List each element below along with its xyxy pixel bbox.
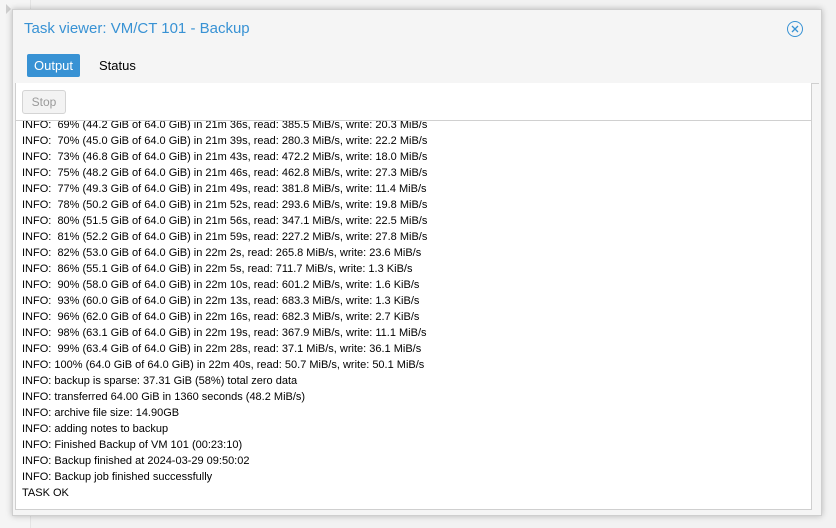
- log-line: INFO: Finished Backup of VM 101 (00:23:1…: [22, 439, 243, 451]
- log-line: TASK OK: [22, 487, 69, 499]
- tab-status[interactable]: Status: [92, 54, 143, 77]
- log-line: INFO: 80% (51.5 GiB of 64.0 GiB) in 21m …: [22, 215, 428, 227]
- log-line: INFO: 96% (62.0 GiB of 64.0 GiB) in 22m …: [22, 311, 420, 323]
- log-line: INFO: 73% (46.8 GiB of 64.0 GiB) in 21m …: [22, 151, 428, 163]
- log-line: INFO: 100% (64.0 GiB of 64.0 GiB) in 22m…: [22, 359, 425, 371]
- log-line: INFO: 75% (48.2 GiB of 64.0 GiB) in 21m …: [22, 167, 428, 179]
- log-line: INFO: 77% (49.3 GiB of 64.0 GiB) in 21m …: [22, 183, 427, 195]
- log-line: INFO: 86% (55.1 GiB of 64.0 GiB) in 22m …: [22, 263, 413, 275]
- log-output[interactable]: INFO: 69% (44.2 GiB of 64.0 GiB) in 21m …: [16, 121, 811, 507]
- log-line: INFO: 90% (58.0 GiB of 64.0 GiB) in 22m …: [22, 279, 420, 291]
- log-line: INFO: 99% (63.4 GiB of 64.0 GiB) in 22m …: [22, 343, 422, 355]
- task-viewer-window: Task viewer: VM/CT 101 - Backup Output S…: [12, 9, 822, 516]
- log-line: INFO: 93% (60.0 GiB of 64.0 GiB) in 22m …: [22, 295, 420, 307]
- log-line: INFO: 98% (63.1 GiB of 64.0 GiB) in 22m …: [22, 327, 427, 339]
- log-line: INFO: 69% (44.2 GiB of 64.0 GiB) in 21m …: [22, 121, 428, 131]
- log-line: INFO: Backup job finished successfully: [22, 471, 213, 483]
- output-panel: Stop INFO: 69% (44.2 GiB of 64.0 GiB) in…: [15, 83, 812, 510]
- log-line: INFO: archive file size: 14.90GB: [22, 407, 180, 419]
- log-line: INFO: 81% (52.2 GiB of 64.0 GiB) in 21m …: [22, 231, 428, 243]
- toolbar: Stop: [16, 83, 811, 121]
- log-line: INFO: 70% (45.0 GiB of 64.0 GiB) in 21m …: [22, 135, 428, 147]
- log-line: INFO: adding notes to backup: [22, 423, 169, 435]
- tab-output[interactable]: Output: [27, 54, 81, 77]
- close-icon[interactable]: [787, 21, 803, 37]
- expand-arrow-icon: [6, 4, 11, 14]
- window-title: Task viewer: VM/CT 101 - Backup: [24, 20, 250, 37]
- log-line: INFO: 78% (50.2 GiB of 64.0 GiB) in 21m …: [22, 199, 428, 211]
- log-line: INFO: backup is sparse: 37.31 GiB (58%) …: [22, 375, 298, 387]
- log-line: INFO: 82% (53.0 GiB of 64.0 GiB) in 22m …: [22, 247, 422, 259]
- stop-button[interactable]: Stop: [22, 90, 66, 114]
- tab-bar: Output Status: [15, 51, 819, 84]
- log-line: INFO: transferred 64.00 GiB in 1360 seco…: [22, 391, 306, 403]
- log-line: INFO: Backup finished at 2024-03-29 09:5…: [22, 455, 250, 467]
